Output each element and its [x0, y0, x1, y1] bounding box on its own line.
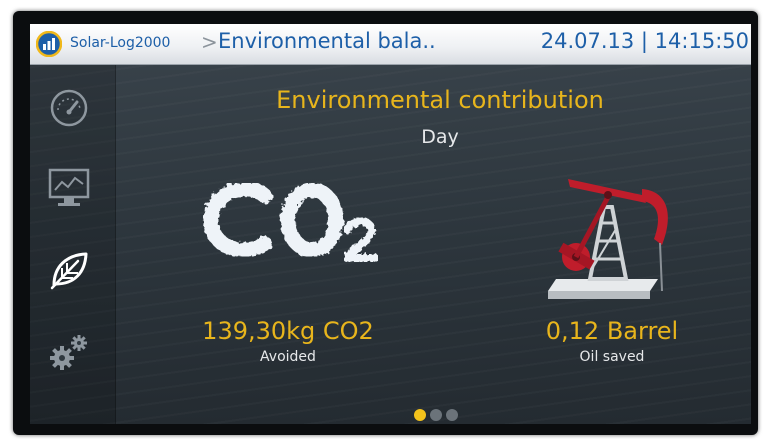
datetime-display: 24.07.13 | 14:15:50 [540, 29, 749, 53]
page-dot-3[interactable] [446, 409, 458, 421]
gauge-icon [49, 88, 89, 132]
breadcrumb-separator: > [201, 30, 218, 54]
sidebar-item-environment[interactable] [44, 247, 94, 297]
device-screen: Solar-Log2000 > Environmental bala.. 24.… [30, 24, 751, 424]
co2-value: 139,30kg CO2 [202, 317, 374, 345]
page-title: Environmental bala.. [218, 29, 436, 53]
sidebar-item-yield-chart[interactable] [44, 165, 94, 215]
oil-value: 0,12 Barrel [545, 317, 679, 345]
oil-label: Oil saved [579, 349, 645, 365]
oil-pump-icon [530, 159, 690, 319]
co2-label: Avoided [260, 349, 316, 365]
page-dot-2[interactable] [430, 409, 442, 421]
page-indicator [410, 409, 470, 423]
sidebar-item-settings[interactable] [44, 329, 94, 379]
app-name-breadcrumb[interactable]: Solar-Log2000 [70, 35, 170, 51]
sidebar [30, 65, 116, 424]
leaf-icon [48, 249, 90, 295]
sidebar-item-dashboard[interactable] [44, 85, 94, 135]
monitor-chart-icon [47, 167, 91, 213]
gears-icon [47, 332, 91, 376]
top-bar: Solar-Log2000 > Environmental bala.. 24.… [30, 24, 751, 65]
solar-log-logo-icon[interactable] [35, 30, 63, 58]
period-label: Day [421, 126, 459, 148]
page-dot-1[interactable] [414, 409, 426, 421]
main-title: Environmental contribution [276, 86, 604, 114]
co2-cloud-icon [195, 174, 395, 274]
